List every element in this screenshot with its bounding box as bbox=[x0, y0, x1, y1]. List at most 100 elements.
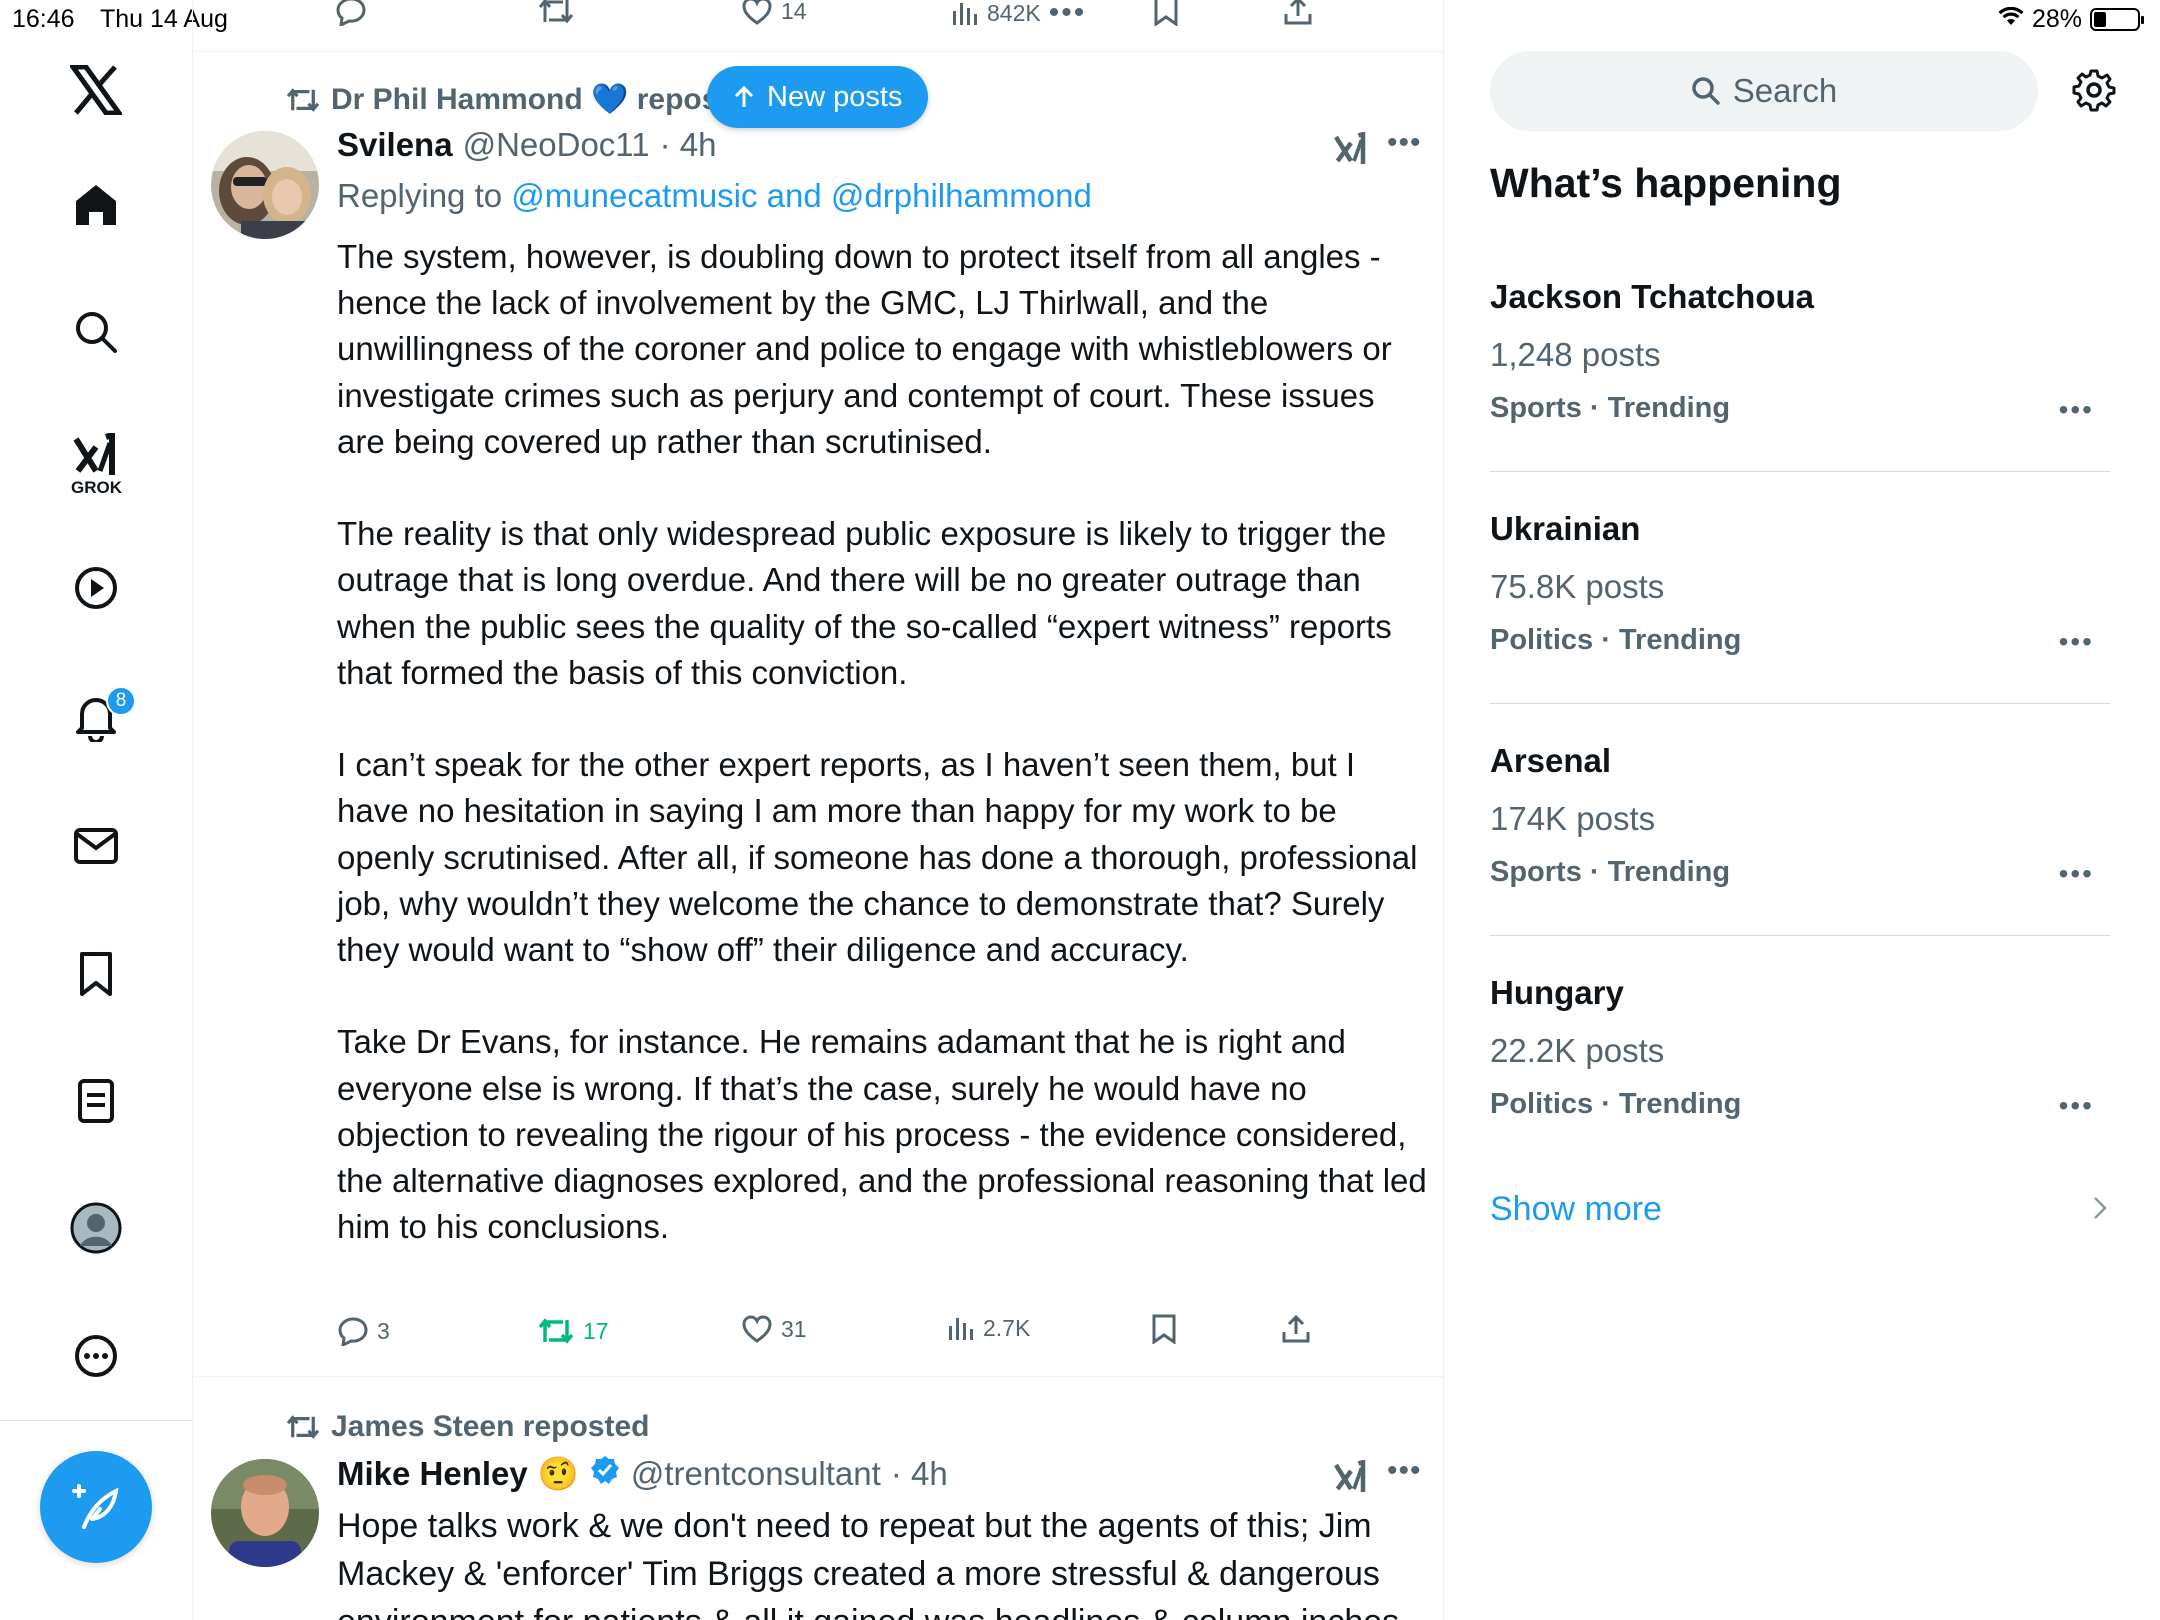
bookmark-action[interactable] bbox=[1153, 0, 1179, 26]
more-options-icon[interactable] bbox=[66, 1326, 126, 1386]
home-icon[interactable] bbox=[66, 175, 126, 235]
video-play-icon[interactable] bbox=[66, 558, 126, 618]
post-time[interactable]: · 4h bbox=[891, 1455, 948, 1493]
x-logo-icon[interactable] bbox=[66, 60, 126, 120]
grok-explain-icon[interactable] bbox=[1333, 1458, 1369, 1499]
bookmarks-icon[interactable] bbox=[66, 944, 126, 1004]
like-count: 14 bbox=[781, 0, 807, 24]
reposted-by-text[interactable]: James Steen reposted bbox=[331, 1410, 649, 1444]
new-posts-label: New posts bbox=[767, 80, 903, 113]
share-action[interactable] bbox=[1283, 0, 1313, 26]
like-action[interactable]: 14 bbox=[741, 0, 807, 26]
reply-count: 3 bbox=[377, 1317, 390, 1344]
trend-more-icon[interactable]: ••• bbox=[2059, 858, 2094, 890]
trend-category: Politics · Trending bbox=[1490, 624, 1742, 656]
messages-mail-icon[interactable] bbox=[66, 816, 126, 876]
previous-post-actions: 14 842K ••• bbox=[193, 0, 1443, 52]
trend-post-count: 22.2K posts bbox=[1490, 1032, 1665, 1069]
compose-post-button[interactable] bbox=[40, 1451, 152, 1563]
author-handle[interactable]: @trentconsultant bbox=[631, 1455, 881, 1493]
trend-item[interactable]: Ukrainian 75.8K posts Politics · Trendin… bbox=[1490, 510, 2110, 657]
author-name[interactable]: Mike Henley bbox=[337, 1455, 528, 1493]
timeline: 14 842K ••• Dr Phil Hammond 💙 repos New … bbox=[193, 0, 1444, 1620]
post-text: Hope talks work & we don't need to repea… bbox=[337, 1507, 1399, 1620]
views-action[interactable]: 842K ••• bbox=[951, 0, 1086, 30]
left-nav-rail: GROK 8 bbox=[0, 0, 193, 1620]
bookmark-action[interactable] bbox=[1151, 1314, 1177, 1344]
raised-eyebrow-emoji: 🤨 bbox=[537, 1454, 579, 1492]
chevron-right-icon[interactable] bbox=[2092, 1195, 2108, 1226]
trend-name: Jackson Tchatchoua bbox=[1490, 278, 1814, 315]
bookmark-icon bbox=[1152, 1314, 1176, 1344]
views-chart-icon bbox=[953, 3, 977, 25]
bookmark-icon bbox=[1154, 0, 1178, 26]
views-action[interactable]: 2.7K bbox=[947, 1314, 1030, 1342]
grok-explain-icon[interactable] bbox=[1333, 130, 1369, 171]
post-time[interactable]: · 4h bbox=[660, 126, 717, 164]
repost-action[interactable] bbox=[537, 0, 575, 26]
arrow-up-icon bbox=[734, 85, 754, 107]
trend-name: Ukrainian bbox=[1490, 510, 1641, 547]
trend-item[interactable]: Jackson Tchatchoua 1,248 posts Sports · … bbox=[1490, 278, 2110, 425]
repost-icon bbox=[538, 1318, 574, 1344]
search-placeholder: Search bbox=[1732, 72, 1838, 109]
replying-to: Replying to @munecatmusic and @drphilham… bbox=[337, 177, 1092, 215]
repost-count: 17 bbox=[583, 1317, 609, 1344]
search-input[interactable]: Search bbox=[1490, 51, 2038, 131]
post-more-icon[interactable]: ••• bbox=[1387, 1454, 1422, 1488]
trend-name: Hungary bbox=[1490, 974, 1624, 1011]
share-icon bbox=[1284, 0, 1312, 25]
search-icon bbox=[1691, 77, 1720, 105]
trend-item[interactable]: Hungary 22.2K posts Politics · Trending … bbox=[1490, 974, 2110, 1121]
heart-icon bbox=[742, 0, 772, 25]
trend-category: Politics · Trending bbox=[1490, 1088, 1742, 1120]
heart-icon bbox=[742, 1315, 772, 1343]
trend-category: Sports · Trending bbox=[1490, 856, 1731, 888]
lists-icon[interactable] bbox=[66, 1071, 126, 1131]
trend-more-icon[interactable]: ••• bbox=[2059, 626, 2094, 658]
author-handle[interactable]: @NeoDoc11 bbox=[463, 126, 650, 164]
view-count: 2.7K bbox=[983, 1314, 1031, 1341]
author-name[interactable]: Svilena bbox=[337, 126, 453, 164]
notification-count-badge: 8 bbox=[106, 686, 136, 716]
share-action[interactable] bbox=[1281, 1314, 1311, 1344]
trend-item[interactable]: Arsenal 174K posts Sports · Trending ••• bbox=[1490, 742, 2110, 889]
views-chart-icon bbox=[949, 1318, 973, 1340]
repost-icon bbox=[286, 87, 320, 112]
trend-more-icon[interactable]: ••• bbox=[2059, 1090, 2094, 1122]
reply-bubble-icon bbox=[338, 1317, 368, 1346]
verified-badge-icon bbox=[589, 1454, 621, 1494]
trend-more-icon[interactable]: ••• bbox=[2059, 394, 2094, 426]
explore-search-icon[interactable] bbox=[66, 302, 126, 362]
avatar[interactable] bbox=[211, 131, 319, 239]
show-more-link[interactable]: Show more bbox=[1490, 1190, 1662, 1229]
reply-action[interactable] bbox=[335, 0, 367, 26]
replying-to-prefix: Replying to bbox=[337, 177, 512, 214]
new-posts-pill[interactable]: New posts bbox=[707, 66, 929, 128]
post-divider bbox=[193, 1376, 1443, 1377]
reply-action[interactable]: 3 bbox=[337, 1316, 390, 1346]
avatar[interactable] bbox=[211, 1459, 319, 1567]
grok-label: GROK bbox=[71, 478, 122, 497]
right-sidebar: Search What’s happening Jackson Tchatcho… bbox=[1444, 0, 2160, 1620]
post-text: The system, however, is doubling down to… bbox=[337, 238, 1427, 1246]
trend-post-count: 174K posts bbox=[1490, 800, 1656, 837]
reposted-by-text[interactable]: Dr Phil Hammond 💙 repos bbox=[331, 82, 718, 117]
compose-feather-icon bbox=[72, 1484, 119, 1529]
post-header: Svilena @NeoDoc11 · 4h bbox=[337, 126, 716, 164]
like-count: 31 bbox=[781, 1315, 807, 1342]
trend-name: Arsenal bbox=[1490, 742, 1612, 779]
repost-action[interactable]: 17 bbox=[537, 1316, 609, 1346]
trend-category: Sports · Trending bbox=[1490, 392, 1731, 424]
replying-to-users[interactable]: @munecatmusic and @drphilhammond bbox=[511, 177, 1092, 214]
grok-icon[interactable] bbox=[66, 425, 126, 485]
repost-icon bbox=[286, 1415, 320, 1439]
trend-divider bbox=[1490, 471, 2110, 472]
rail-divider bbox=[0, 1420, 193, 1421]
post-more-icon[interactable]: ••• bbox=[1387, 126, 1422, 160]
profile-avatar-icon[interactable] bbox=[66, 1198, 126, 1258]
like-action[interactable]: 31 bbox=[741, 1314, 807, 1344]
repost-context: Dr Phil Hammond 💙 repos bbox=[285, 82, 718, 117]
trend-divider bbox=[1490, 935, 2110, 936]
settings-gear-icon[interactable] bbox=[2072, 68, 2116, 117]
